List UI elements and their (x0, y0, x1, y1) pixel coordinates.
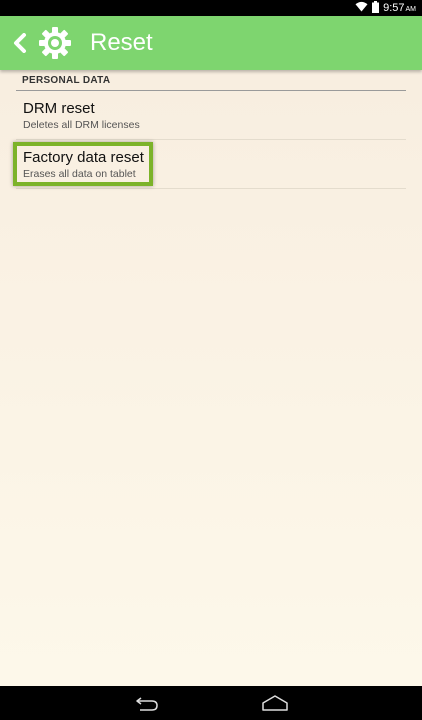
factory-data-reset-item[interactable]: Factory data reset Erases all data on ta… (13, 140, 406, 189)
settings-list: PERSONAL DATA DRM reset Deletes all DRM … (0, 70, 422, 686)
navigation-bar (0, 686, 422, 720)
factory-data-reset-summary: Erases all data on tablet (23, 168, 136, 180)
wifi-icon (355, 1, 368, 15)
battery-icon (372, 0, 380, 16)
gear-icon (37, 25, 73, 61)
action-bar: Reset (0, 16, 422, 70)
back-arrow-icon[interactable] (132, 693, 162, 713)
clock-time: 9:57 (383, 2, 405, 14)
factory-data-reset-title: Factory data reset (23, 149, 144, 166)
clock: 9:57AM (383, 2, 416, 14)
clock-ampm: AM (405, 6, 417, 13)
status-bar: 9:57AM (0, 0, 422, 16)
section-header-personal-data: PERSONAL DATA (16, 70, 406, 91)
chevron-left-icon[interactable] (7, 16, 33, 70)
home-icon[interactable] (260, 693, 290, 713)
page-title: Reset (90, 29, 153, 56)
drm-reset-summary: Deletes all DRM licenses (23, 119, 140, 131)
drm-reset-title: DRM reset (23, 100, 95, 117)
drm-reset-item[interactable]: DRM reset Deletes all DRM licenses (16, 91, 406, 140)
